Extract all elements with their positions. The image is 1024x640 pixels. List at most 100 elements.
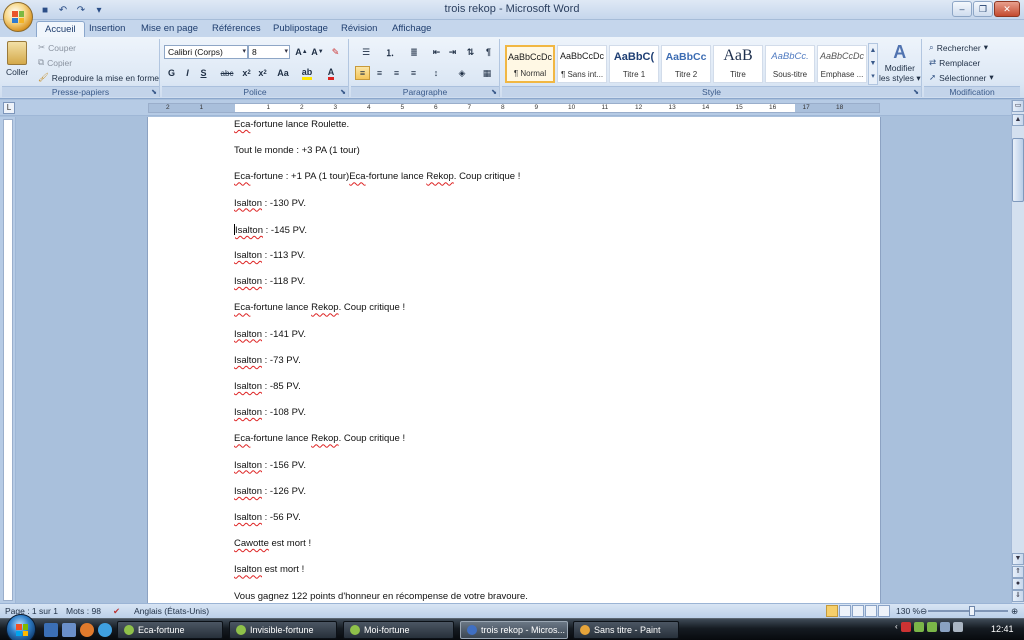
print-layout-icon[interactable] <box>826 605 838 617</box>
tab-selector-icon[interactable]: L <box>3 102 15 114</box>
dialog-launcher-icon[interactable]: ⬊ <box>913 88 919 96</box>
find-button[interactable]: ⌕ Rechercher ▾ <box>929 42 988 53</box>
select-button[interactable]: ➚ Sélectionner ▾ <box>929 72 994 83</box>
justify-icon[interactable]: ≡ <box>406 66 421 80</box>
superscript-icon[interactable]: x2 <box>255 66 270 80</box>
style-subtitle[interactable]: AaBbCc. Sous-titre <box>765 45 815 83</box>
numbering-icon[interactable]: ⒈ <box>379 45 401 59</box>
copy-button[interactable]: ⧉ Copier <box>38 57 72 68</box>
multilevel-list-icon[interactable]: ≣ <box>403 45 425 59</box>
language[interactable]: Anglais (États-Unis) <box>134 606 209 616</box>
font-family-select[interactable]: Calibri (Corps) ▾ <box>164 45 248 59</box>
restore-icon[interactable]: ❐ <box>973 1 993 17</box>
document-paragraph[interactable]: Cawotte est mort ! <box>234 538 311 549</box>
zoom-in-icon[interactable]: ⊕ <box>1011 606 1018 617</box>
vertical-scrollbar[interactable]: ▭ ▲ ▼ ⇑ ● ⇓ <box>1011 100 1024 603</box>
document-paragraph[interactable]: Isalton : -73 PV. <box>234 355 301 366</box>
show-marks-icon[interactable]: ¶ <box>481 45 496 59</box>
firefox-icon[interactable] <box>80 623 94 637</box>
tab-publipostage[interactable]: Publipostage <box>265 21 336 37</box>
align-left-icon[interactable]: ≡ <box>355 66 370 80</box>
underline-icon[interactable]: S <box>196 66 211 80</box>
document-paragraph[interactable]: Isalton : -56 PV. <box>234 512 301 523</box>
show-desktop-icon[interactable] <box>44 623 58 637</box>
zoom-slider[interactable] <box>928 606 1008 616</box>
dialog-launcher-icon[interactable]: ⬊ <box>340 88 346 96</box>
start-button[interactable] <box>6 614 36 640</box>
shrink-font-icon[interactable]: A ▼ <box>310 45 325 59</box>
zoom-level[interactable]: 130 % <box>896 606 920 616</box>
change-styles-button[interactable]: A Modifier les styles ▾ <box>879 41 921 83</box>
tab-affichage[interactable]: Affichage <box>384 21 439 37</box>
document-paragraph[interactable]: Eca-fortune lance Roulette. <box>234 119 349 130</box>
shading-icon[interactable]: ◈ <box>451 66 473 80</box>
style-normal[interactable]: AaBbCcDc ¶ Normal <box>505 45 555 83</box>
speaker-icon[interactable] <box>952 622 963 632</box>
document-paragraph[interactable]: Isalton : -156 PV. <box>234 460 306 471</box>
paste-button[interactable]: Coller <box>6 41 28 77</box>
document-paragraph[interactable]: Isalton : -113 PV. <box>234 250 305 261</box>
scroll-thumb[interactable] <box>1012 138 1024 202</box>
style-title[interactable]: AaB Titre <box>713 45 763 83</box>
change-case-icon[interactable]: Aa <box>273 66 293 80</box>
vertical-ruler[interactable] <box>0 117 16 603</box>
page-count[interactable]: Page : 1 sur 1 <box>5 606 58 616</box>
document-paragraph[interactable]: Isalton est mort ! <box>234 564 304 575</box>
highlight-icon[interactable]: ab <box>298 66 316 80</box>
document-paragraph[interactable]: Isalton : -141 PV. <box>234 329 306 340</box>
minimize-icon[interactable]: – <box>952 1 972 17</box>
close-icon[interactable]: ✕ <box>994 1 1020 17</box>
bullets-icon[interactable]: ☰ <box>355 45 377 59</box>
document-paragraph[interactable]: Isalton : -85 PV. <box>234 381 301 392</box>
antivirus-icon[interactable] <box>900 622 911 632</box>
clear-format-icon[interactable]: ✎ <box>328 45 343 59</box>
scroll-down-icon[interactable]: ▼ <box>1012 553 1024 565</box>
ruler-toggle-icon[interactable]: ▭ <box>1012 100 1024 112</box>
taskbar-item[interactable]: Eca-fortune <box>117 621 223 639</box>
browse-object-icon[interactable]: ● <box>1012 578 1024 590</box>
web-layout-icon[interactable] <box>852 605 864 617</box>
format-painter-button[interactable]: 🖌 Reproduire la mise en forme <box>38 72 159 83</box>
style-heading-2[interactable]: AaBbCc Titre 2 <box>661 45 711 83</box>
align-center-icon[interactable]: ≡ <box>372 66 387 80</box>
styles-scroll[interactable]: ▲ ▼ ▾ <box>868 43 878 85</box>
draft-icon[interactable] <box>878 605 890 617</box>
proofing-icon[interactable]: ✔ <box>113 606 120 617</box>
zoom-knob[interactable] <box>969 606 976 616</box>
dialog-launcher-icon[interactable]: ⬊ <box>151 88 157 96</box>
taskbar-item[interactable]: Moi-fortune <box>343 621 454 639</box>
tray-app-icon[interactable] <box>913 622 924 632</box>
taskbar-item[interactable]: Invisible-fortune <box>229 621 337 639</box>
internet-explorer-icon[interactable] <box>98 623 112 637</box>
tab-accueil[interactable]: Accueil <box>36 21 85 37</box>
switch-windows-icon[interactable] <box>62 623 76 637</box>
font-size-select[interactable]: 8 ▾ <box>248 45 290 59</box>
next-page-icon[interactable]: ⇓ <box>1012 590 1024 602</box>
document-paragraph[interactable]: Isalton : -118 PV. <box>234 276 305 287</box>
outline-icon[interactable] <box>865 605 877 617</box>
scroll-up-icon[interactable]: ▲ <box>1012 114 1024 126</box>
office-button[interactable] <box>3 2 33 32</box>
tab-mise-en-page[interactable]: Mise en page <box>133 21 206 37</box>
italic-icon[interactable]: I <box>180 66 195 80</box>
document-paragraph[interactable]: Isalton : -126 PV. <box>234 486 306 497</box>
document-paragraph[interactable]: Isalton : -108 PV. <box>234 407 306 418</box>
tab-revision[interactable]: Révision <box>333 21 385 37</box>
font-color-icon[interactable]: A <box>322 66 340 80</box>
full-screen-reading-icon[interactable] <box>839 605 851 617</box>
document-paragraph[interactable]: Vous gagnez 122 points d'honneur en réco… <box>234 591 528 602</box>
horizontal-ruler[interactable]: L 2 1 1 2 3 4 5 6 7 8 9 10 11 12 13 14 15 16 17 18 <box>0 100 1024 116</box>
style-heading-1[interactable]: AaBbC( Titre 1 <box>609 45 659 83</box>
document-paragraph[interactable]: Tout le monde : +3 PA (1 tour) <box>234 145 360 156</box>
borders-icon[interactable]: ▦ <box>477 66 497 80</box>
tray-app-icon[interactable] <box>926 622 937 632</box>
clock[interactable]: 12:41 <box>991 624 1014 634</box>
word-count[interactable]: Mots : 98 <box>66 606 101 616</box>
previous-page-icon[interactable]: ⇑ <box>1012 566 1024 578</box>
zoom-out-icon[interactable]: ⊖ <box>920 606 927 617</box>
taskbar-item[interactable]: trois rekop - Micros... <box>460 621 568 639</box>
decrease-indent-icon[interactable]: ⇤ <box>429 45 444 59</box>
increase-indent-icon[interactable]: ⇥ <box>445 45 460 59</box>
taskbar-item[interactable]: Sans titre - Paint <box>573 621 679 639</box>
network-icon[interactable] <box>939 622 950 632</box>
